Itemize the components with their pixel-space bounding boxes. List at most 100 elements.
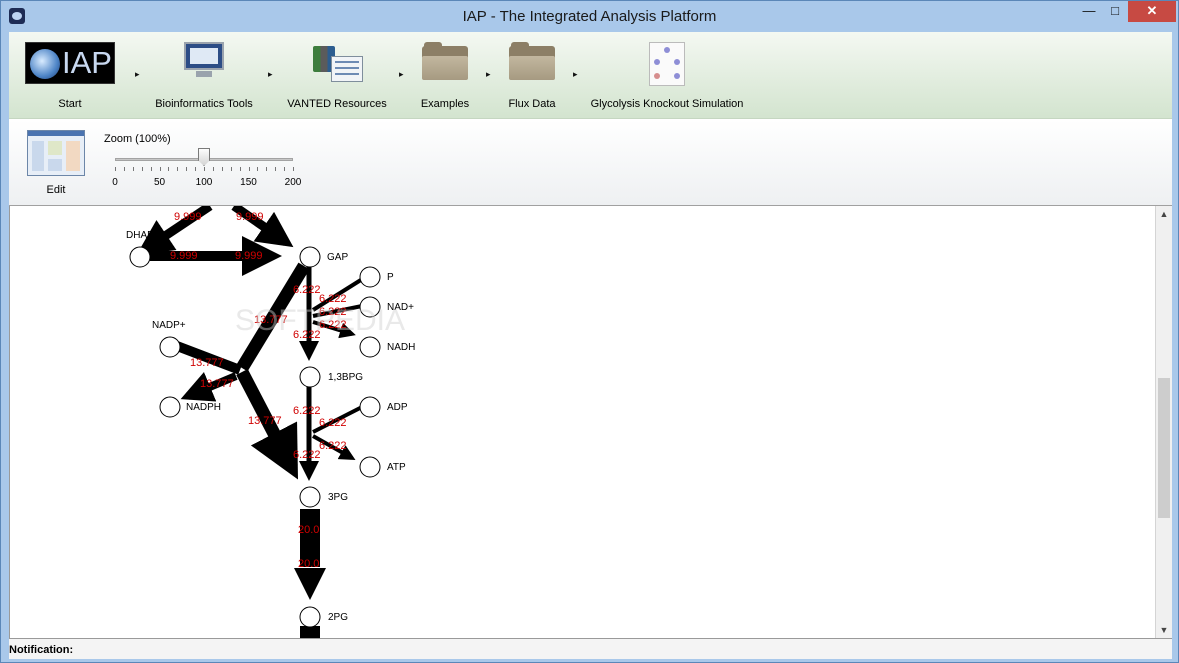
- zoom-tick: [293, 167, 294, 171]
- node-p[interactable]: [359, 266, 381, 288]
- title-bar[interactable]: IAP - The Integrated Analysis Platform —…: [1, 1, 1178, 32]
- node-nadph[interactable]: [159, 396, 181, 418]
- nav-item-vanted-resources[interactable]: VANTED Resources: [287, 42, 387, 110]
- nav-bar: IAP Start ▸ Bioinformatics Tools ▸ VANTE…: [9, 32, 1172, 119]
- window-title: IAP - The Integrated Analysis Platform: [462, 8, 717, 25]
- edge-2pg-out[interactable]: [300, 626, 320, 638]
- scrollbar-thumb[interactable]: [1158, 378, 1170, 518]
- node-label-gap: GAP: [327, 252, 348, 263]
- pathway-graph[interactable]: 9.999 9.999 9.999 9.999 6.222 6.222 6.22…: [10, 206, 1155, 638]
- zoom-tick-label: 200: [284, 177, 302, 188]
- folder-icon[interactable]: [509, 42, 555, 82]
- node-label-nadh: NADH: [387, 342, 415, 353]
- nav-separator-icon: ▸: [573, 69, 578, 79]
- watermark: SOFTPEDIA: [235, 304, 405, 337]
- status-bar: Notification:: [9, 638, 1172, 659]
- zoom-tick: [150, 167, 152, 171]
- node-gap[interactable]: [299, 246, 321, 268]
- nav-label-glycolysis-knockout-simulation: Glycolysis Knockout Simulation: [590, 98, 744, 110]
- zoom-tick: [221, 167, 223, 171]
- client-area: IAP Start ▸ Bioinformatics Tools ▸ VANTE…: [9, 32, 1172, 659]
- edge-label-gap-bpg-1: 6.222: [293, 284, 321, 296]
- edge-label-top-left: 9.999: [174, 211, 202, 223]
- node-nadp-plus[interactable]: [159, 336, 181, 358]
- close-button[interactable]: ✕: [1128, 1, 1176, 22]
- network-diagram-icon[interactable]: [649, 42, 685, 86]
- node-nadh[interactable]: [359, 336, 381, 358]
- edge-label-bpg-3pg-1: 6.222: [293, 405, 321, 417]
- zoom-tick: [141, 167, 143, 171]
- edge-label-dhap-gap-2: 9.999: [235, 250, 263, 262]
- edge-label-top-right: 9.999: [236, 211, 264, 223]
- node-1-3bpg[interactable]: [299, 366, 321, 388]
- scroll-down-icon[interactable]: ▼: [1156, 622, 1172, 638]
- scroll-up-icon[interactable]: ▲: [1156, 206, 1172, 222]
- node-label-nadp-plus: NADP+: [152, 320, 186, 331]
- zoom-tick: [168, 167, 170, 171]
- zoom-tick: [248, 167, 250, 171]
- node-label-dhap: DHAP: [126, 230, 154, 241]
- maximize-button[interactable]: □: [1102, 1, 1128, 22]
- node-label-1-3bpg: 1,3BPG: [328, 372, 363, 383]
- zoom-tick: [132, 167, 134, 171]
- edge-label-3pg-2pg-2: 20.0: [298, 558, 319, 570]
- iap-logo-icon[interactable]: IAP: [25, 42, 115, 84]
- zoom-tick: [266, 167, 268, 171]
- edge-3pg-to-2pg-arrowhead: [294, 568, 326, 600]
- folder-icon[interactable]: [422, 42, 468, 82]
- nav-separator-icon: ▸: [135, 69, 140, 79]
- nav-separator-icon: ▸: [399, 69, 404, 79]
- node-adp[interactable]: [359, 396, 381, 418]
- edge-label-atp-out: 6.222: [319, 440, 347, 452]
- vertical-scrollbar[interactable]: ▲ ▼: [1155, 206, 1172, 638]
- zoom-tick: [115, 167, 116, 171]
- nav-label-bioinformatics-tools: Bioinformatics Tools: [155, 98, 253, 110]
- zoom-tick: [186, 167, 188, 171]
- edit-label[interactable]: Edit: [27, 184, 85, 196]
- node-label-p: P: [387, 272, 394, 283]
- globe-icon: [30, 49, 60, 79]
- tool-bar: Edit Zoom (100%) 0 50 100 150 200: [9, 120, 1172, 206]
- zoom-tick: [195, 167, 197, 171]
- zoom-label: Zoom (100%): [104, 133, 171, 145]
- node-atp[interactable]: [359, 456, 381, 478]
- nav-separator-icon: ▸: [268, 69, 273, 79]
- nav-item-flux-data[interactable]: Flux Data: [508, 42, 556, 110]
- zoom-tick: [204, 167, 205, 171]
- nav-label-start: Start: [58, 98, 82, 110]
- edge-label-adp-in: 6.222: [319, 417, 347, 429]
- node-label-3pg: 3PG: [328, 492, 348, 503]
- zoom-tick: [177, 167, 179, 171]
- zoom-tick: [275, 167, 277, 171]
- edge-label-nadph-out: 13.777: [200, 378, 234, 390]
- zoom-tick: [257, 167, 259, 171]
- zoom-tick: [123, 167, 125, 171]
- zoom-tick: [239, 167, 241, 171]
- edit-thumbnail-icon[interactable]: [27, 130, 85, 176]
- nav-label-flux-data: Flux Data: [508, 98, 556, 110]
- nav-item-glycolysis-knockout-simulation[interactable]: Glycolysis Knockout Simulation: [591, 42, 743, 110]
- zoom-tick: [284, 167, 286, 171]
- zoom-slider-thumb[interactable]: [198, 148, 210, 166]
- nav-separator-icon: ▸: [486, 69, 491, 79]
- node-label-atp: ATP: [387, 462, 406, 473]
- nav-item-start[interactable]: IAP Start: [25, 42, 115, 110]
- graph-canvas[interactable]: 9.999 9.999 9.999 9.999 6.222 6.222 6.22…: [9, 206, 1155, 638]
- vanted-resources-icon[interactable]: [309, 42, 365, 86]
- node-label-nadph: NADPH: [186, 402, 221, 413]
- minimize-button[interactable]: —: [1076, 1, 1102, 22]
- edge-label-3pg-2pg-1: 20.0: [298, 524, 319, 536]
- zoom-tick-label: 150: [240, 177, 257, 188]
- nav-item-examples[interactable]: Examples: [421, 42, 469, 110]
- edge-label-dhap-gap-1: 9.999: [170, 250, 198, 262]
- zoom-tick: [212, 167, 214, 171]
- node-dhap[interactable]: [129, 246, 151, 268]
- node-3pg[interactable]: [299, 486, 321, 508]
- edge-label-branch-3pg: 13.777: [248, 415, 282, 427]
- monitor-icon[interactable]: [182, 42, 226, 78]
- node-label-2pg: 2PG: [328, 612, 348, 623]
- zoom-tick: [159, 167, 161, 171]
- nav-item-bioinformatics-tools[interactable]: Bioinformatics Tools: [155, 42, 253, 110]
- node-2pg[interactable]: [299, 606, 321, 628]
- zoom-tick-label: 50: [153, 177, 166, 188]
